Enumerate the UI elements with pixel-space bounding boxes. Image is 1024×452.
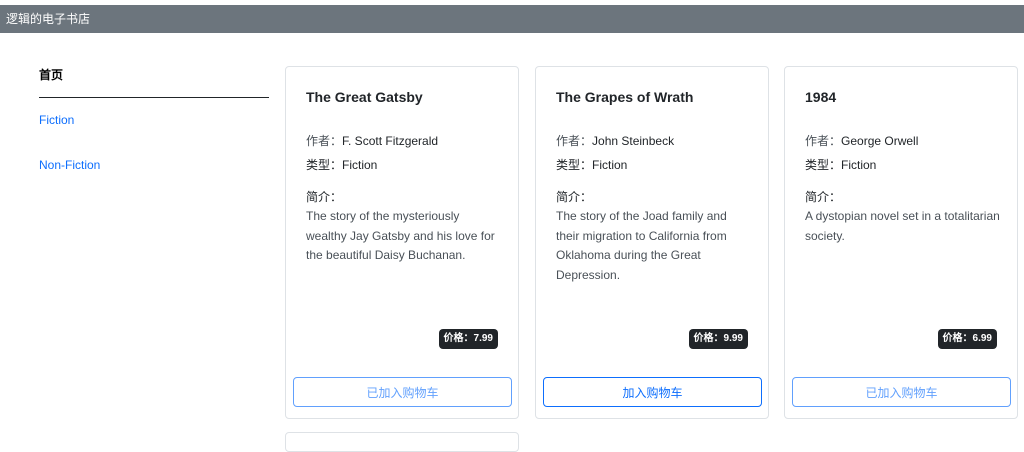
author-value: John Steinbeck [592,134,675,148]
genre-value: Fiction [841,158,877,172]
book-description: A dystopian novel set in a totalitarian … [805,209,1000,243]
author-value: George Orwell [841,134,919,148]
book-title: The Grapes of Wrath [556,89,694,105]
add-to-cart-button[interactable]: 加入购物车 [543,377,762,407]
price-badge: 价格：6.99 [937,329,997,349]
genre-value: Fiction [342,158,378,172]
sidebar: 首页 Fiction Non-Fiction [39,67,269,202]
author-value: F. Scott Fitzgerald [342,134,439,148]
book-genre: 类型：Fiction [556,156,627,173]
author-label: 作者： [556,134,593,148]
description-label: 简介： [556,190,593,204]
price-badge: 价格：9.99 [688,329,748,349]
book-author: 作者：John Steinbeck [556,132,674,149]
book-description: The story of the Joad family and their m… [556,209,727,282]
book-description: The story of the mysteriously wealthy Ja… [306,209,495,262]
description-label: 简介： [805,190,842,204]
price-badge: 价格：7.99 [438,329,498,349]
app-header: 逻辑的电子书店 [0,5,1024,33]
author-label: 作者： [805,134,842,148]
genre-label: 类型： [306,158,343,172]
author-label: 作者： [306,134,343,148]
genre-value: Fiction [592,158,628,172]
add-to-cart-button[interactable]: 已加入购物车 [792,377,1011,407]
book-card: The Grapes of Wrath 作者：John Steinbeck 类型… [535,66,769,419]
book-author: 作者：George Orwell [805,132,918,149]
app-title: 逻辑的电子书店 [6,12,91,26]
book-card-partial [285,432,519,452]
book-title: The Great Gatsby [306,89,423,105]
book-genre: 类型：Fiction [805,156,876,173]
sidebar-item-non-fiction[interactable]: Non-Fiction [39,157,269,173]
book-author: 作者：F. Scott Fitzgerald [306,132,438,149]
description-label: 简介： [306,190,343,204]
book-card: 1984 作者：George Orwell 类型：Fiction 简介： A d… [784,66,1018,419]
genre-label: 类型： [805,158,842,172]
genre-label: 类型： [556,158,593,172]
add-to-cart-button[interactable]: 已加入购物车 [293,377,512,407]
sidebar-item-fiction[interactable]: Fiction [39,112,269,128]
sidebar-item-home[interactable]: 首页 [39,67,269,98]
book-card: The Great Gatsby 作者：F. Scott Fitzgerald … [285,66,519,419]
book-title: 1984 [805,89,837,105]
book-genre: 类型：Fiction [306,156,377,173]
